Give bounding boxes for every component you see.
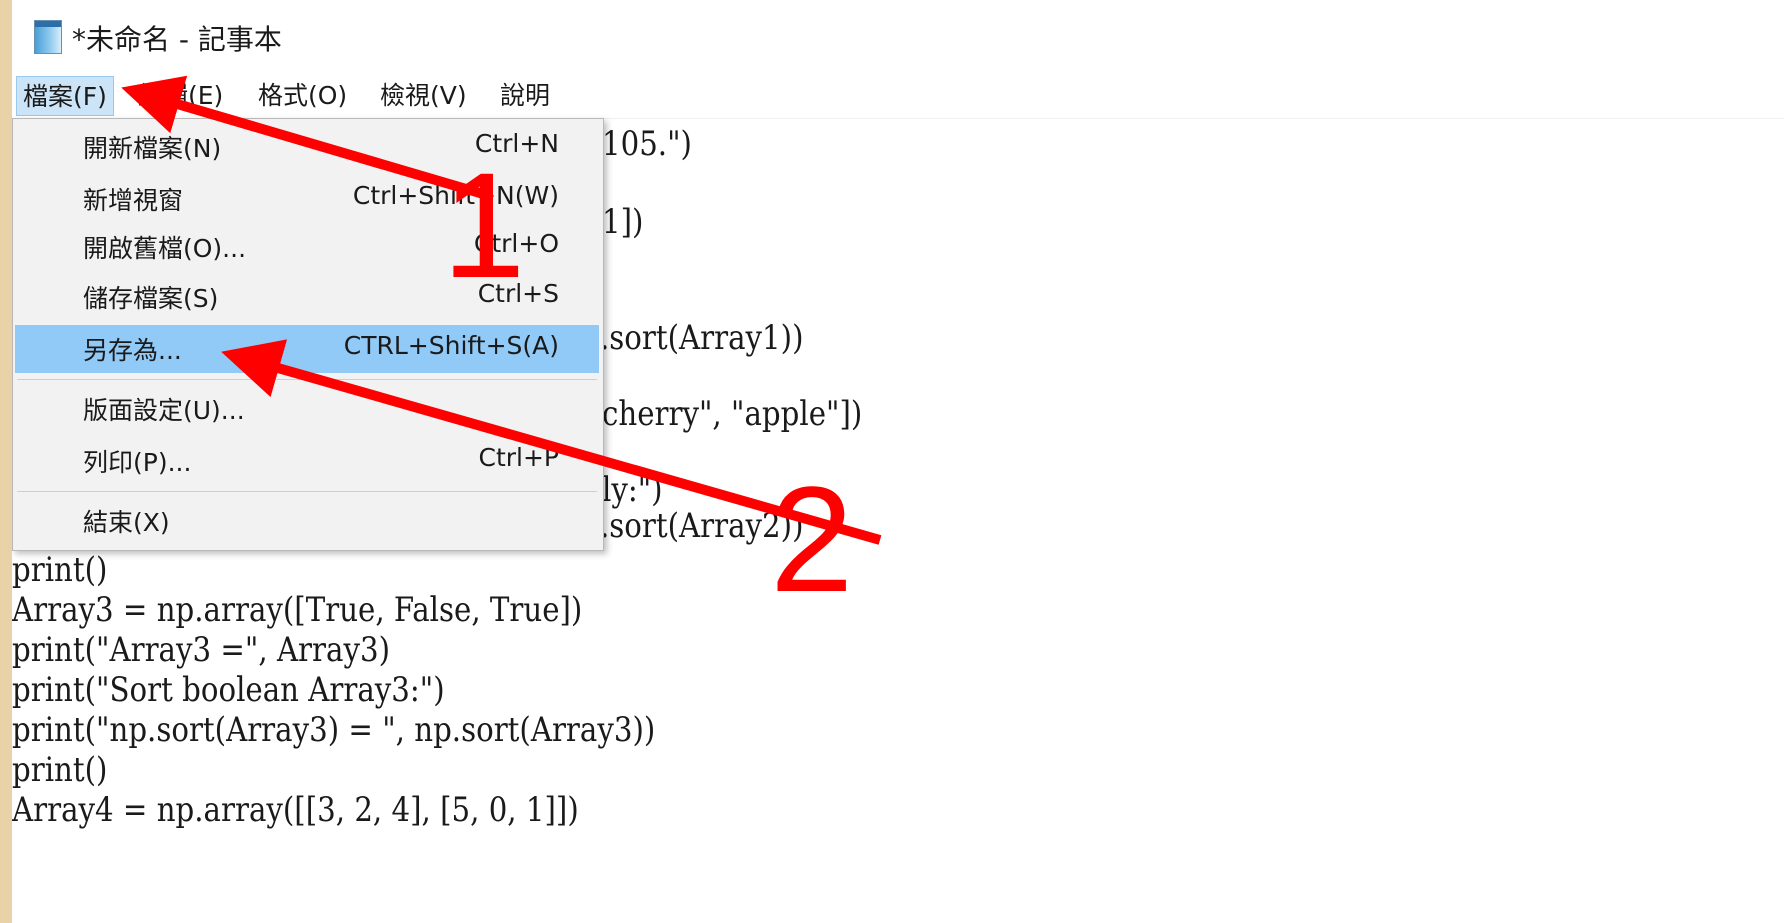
menu-item-label: 新增視窗: [83, 186, 184, 215]
menu-edit[interactable]: 編輯(E): [132, 76, 229, 116]
code-line: print("np.sort(Array3) = ", np.sort(Arra…: [12, 710, 656, 750]
notepad-icon: [34, 20, 62, 54]
menu-help[interactable]: 說明: [494, 76, 556, 116]
menu-item-label: 儲存檔案(S): [83, 284, 219, 313]
menu-item-label: 版面設定(U)...: [83, 396, 245, 425]
code-line: ly:"): [602, 470, 663, 510]
menu-file[interactable]: 檔案(F): [16, 76, 114, 116]
menu-item-save-as[interactable]: 另存為... CTRL+Shift+S(A): [15, 325, 599, 373]
notepad-window: *未命名 - 記事本 檔案(F) 編輯(E) 格式(O) 檢視(V) 說明 10…: [12, 0, 1784, 923]
code-line: print("Array3 =", Array3): [12, 630, 390, 670]
code-line: .sort(Array1)): [600, 318, 804, 358]
code-line: Array3 = np.array([True, False, True]): [12, 590, 583, 630]
menu-item-page-setup[interactable]: 版面設定(U)...: [15, 385, 599, 433]
menu-view[interactable]: 檢視(V): [374, 76, 473, 116]
menu-separator: [17, 491, 597, 492]
step1-label: 1: [442, 141, 526, 309]
step2-label: 2: [770, 455, 854, 623]
code-line: print(): [12, 750, 108, 790]
window-title: *未命名 - 記事本: [72, 23, 282, 56]
menu-item-exit[interactable]: 結束(X): [15, 497, 599, 545]
code-line: print(): [12, 550, 108, 590]
code-line: 1]): [602, 202, 644, 242]
menu-item-label: 結束(X): [83, 508, 170, 537]
menu-item-label: 列印(P)...: [83, 448, 192, 477]
menu-item-label: 開啟舊檔(O)...: [83, 234, 247, 263]
title-bar: *未命名 - 記事本: [12, 0, 1784, 72]
code-line: 105."): [602, 124, 692, 164]
menu-bar: 檔案(F) 編輯(E) 格式(O) 檢視(V) 說明: [12, 72, 1784, 119]
code-line: Array4 = np.array([[3, 2, 4], [5, 0, 1]]…: [12, 790, 579, 830]
code-line: cherry", "apple"]): [602, 394, 863, 434]
code-line: print("Sort boolean Array3:"): [12, 670, 445, 710]
menu-item-shortcut: Ctrl+P: [478, 443, 559, 472]
menu-item-label: 另存為...: [83, 336, 182, 365]
menu-item-shortcut: CTRL+Shift+S(A): [343, 331, 559, 360]
menu-separator: [17, 379, 597, 380]
menu-item-label: 開新檔案(N): [83, 134, 222, 163]
menu-format[interactable]: 格式(O): [252, 76, 353, 116]
menu-item-print[interactable]: 列印(P)... Ctrl+P: [15, 437, 599, 485]
